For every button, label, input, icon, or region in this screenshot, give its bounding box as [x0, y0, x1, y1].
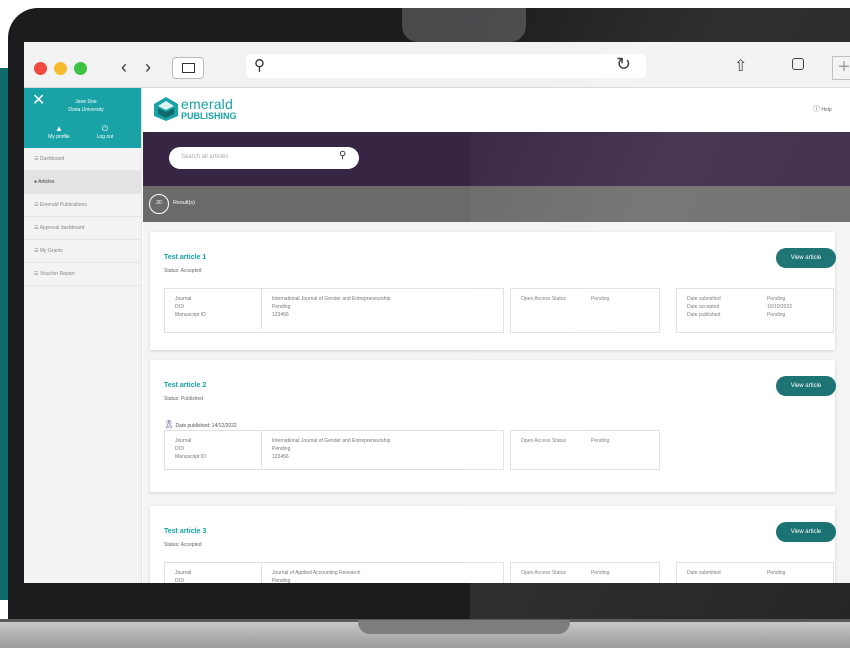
ribbon-icon: 🎗 — [164, 420, 175, 429]
oa-value: Pending — [591, 438, 610, 444]
details-values: International Journal of Gender and Entr… — [261, 289, 390, 329]
article-details: Journal DOI Manuscript ID International … — [164, 288, 504, 333]
forward-icon[interactable]: › — [140, 56, 156, 78]
laptop-camera-notch — [402, 8, 526, 42]
search-field[interactable]: Search all articles ⚲ — [169, 147, 359, 169]
details-values: International Journal of Gender and Entr… — [261, 431, 390, 469]
back-icon[interactable]: ‹ — [116, 56, 132, 78]
user-icon: ▲ — [55, 124, 63, 133]
search-icon[interactable]: ⚲ — [339, 150, 346, 161]
laptop-groove — [358, 620, 570, 634]
help-icon: ⓘ — [813, 106, 820, 113]
tabs-icon[interactable] — [792, 58, 804, 70]
details-labels: Journal DOI Manuscript ID — [175, 296, 206, 318]
article-card: Test article 2 Status: Published View ar… — [150, 360, 836, 492]
dates-labels: Date submitted — [687, 570, 721, 576]
article-status: Status: Published — [164, 396, 203, 402]
new-tab-button[interactable]: + — [832, 56, 850, 80]
details-values: Journal of Applied Accounting Research P… — [261, 563, 360, 583]
article-status: Status: Accepted — [164, 542, 202, 548]
close-icon[interactable]: ✕ — [32, 90, 45, 110]
dates-labels: Date submitted Date accepted Date publis… — [687, 296, 721, 318]
main-content: emerald PUBLISHING ⓘ Help Search all art… — [143, 88, 850, 583]
address-bar[interactable]: ⚲ — [246, 54, 646, 78]
oa-label: Open Access Status — [521, 438, 567, 444]
sidebar-header: ✕ Jane Doe Doria University ▲ My profile… — [24, 88, 141, 148]
my-profile-label: My profile — [48, 134, 70, 140]
date-published: 🎗 Date published: 14/12/2022 — [164, 420, 237, 429]
my-profile-link[interactable]: ▲ My profile — [42, 124, 76, 140]
browser-toolbar: ‹ › ⚲ ↻ ⇧ + — [24, 42, 850, 88]
minimize-light[interactable] — [54, 62, 67, 75]
open-access-box: Open Access Status Pending — [510, 430, 660, 470]
share-icon[interactable]: ⇧ — [734, 56, 747, 76]
details-labels: Journal DOI — [175, 570, 192, 583]
oa-value: Pending — [591, 296, 610, 302]
user-info: Jane Doe Doria University — [56, 98, 116, 114]
oa-value: Pending — [591, 570, 610, 576]
sidebar: ✕ Jane Doe Doria University ▲ My profile… — [24, 88, 142, 583]
dates-box: Date submitted Pending — [676, 562, 834, 583]
oa-label: Open Access Status — [521, 296, 567, 302]
search-banner: Search all articles ⚲ — [143, 132, 850, 186]
close-light[interactable] — [34, 62, 47, 75]
site-header: emerald PUBLISHING ⓘ Help — [143, 88, 850, 132]
sidebar-item-articles[interactable]: ● Articles — [24, 171, 141, 194]
article-title[interactable]: Test article 1 — [164, 254, 206, 261]
article-status: Status: Accepted — [164, 268, 202, 274]
search-icon: ⚲ — [254, 57, 265, 74]
sidebar-item-voucher-report[interactable]: ☰ Voucher Report — [24, 263, 141, 286]
details-labels: Journal DOI Manuscript ID — [175, 438, 206, 460]
sidebar-icon — [182, 63, 195, 73]
dates-values: Pending — [767, 570, 786, 576]
open-access-box: Open Access Status Pending — [510, 288, 660, 333]
view-article-button[interactable]: View article — [776, 376, 836, 396]
sidebar-item-emerald-publications[interactable]: ☰ Emerald Publications — [24, 194, 141, 217]
dates-box: Date submitted Date accepted Date publis… — [676, 288, 834, 333]
view-article-button[interactable]: View article — [776, 522, 836, 542]
help-label: Help — [821, 107, 832, 113]
article-card: Test article 1 Status: Accepted View art… — [150, 232, 836, 350]
logo-wordmark: emerald — [181, 96, 233, 112]
article-title[interactable]: Test article 2 — [164, 382, 206, 389]
oa-label: Open Access Status — [521, 570, 567, 576]
help-link[interactable]: ⓘ Help — [813, 104, 832, 114]
results-label: Result(s) — [173, 200, 196, 206]
article-details: Journal DOI Manuscript ID International … — [164, 430, 504, 470]
user-org: Doria University — [68, 107, 104, 113]
browser-window: ‹ › ⚲ ↻ ⇧ + ✕ Jane Doe Doria University … — [24, 42, 850, 583]
article-card: Test article 3 Status: Accepted View art… — [150, 506, 836, 583]
sidebar-item-my-grants[interactable]: ☰ My Grants — [24, 240, 141, 263]
logout-label: Log out — [96, 134, 114, 140]
logout-icon: ⏻ — [101, 124, 109, 133]
zoom-light[interactable] — [74, 62, 87, 75]
article-details: Journal DOI Journal of Applied Accountin… — [164, 562, 504, 583]
results-count: 20 — [149, 194, 169, 214]
open-access-box: Open Access Status Pending — [510, 562, 660, 583]
view-article-button[interactable]: View article — [776, 248, 836, 268]
search-input[interactable]: Search all articles — [181, 154, 228, 160]
user-name: Jane Doe — [75, 99, 97, 105]
article-title[interactable]: Test article 3 — [164, 528, 206, 535]
emerald-logo-icon[interactable] — [153, 96, 179, 122]
results-bar: 20 Result(s) — [143, 186, 850, 222]
reload-icon[interactable]: ↻ — [616, 54, 631, 75]
sidebar-item-dashboard[interactable]: ☰ Dashboard — [24, 148, 141, 171]
sidebar-item-approval-dashboard[interactable]: ☰ Approval dashboard — [24, 217, 141, 240]
logout-link[interactable]: ⏻ Log out — [88, 124, 122, 140]
logo-subtitle: PUBLISHING — [181, 111, 237, 121]
date-published-text: Date published: 14/12/2022 — [175, 423, 237, 429]
sidebar-toggle-button[interactable] — [172, 57, 204, 79]
dates-values: Pending 10/10/2022 Pending — [767, 296, 793, 318]
